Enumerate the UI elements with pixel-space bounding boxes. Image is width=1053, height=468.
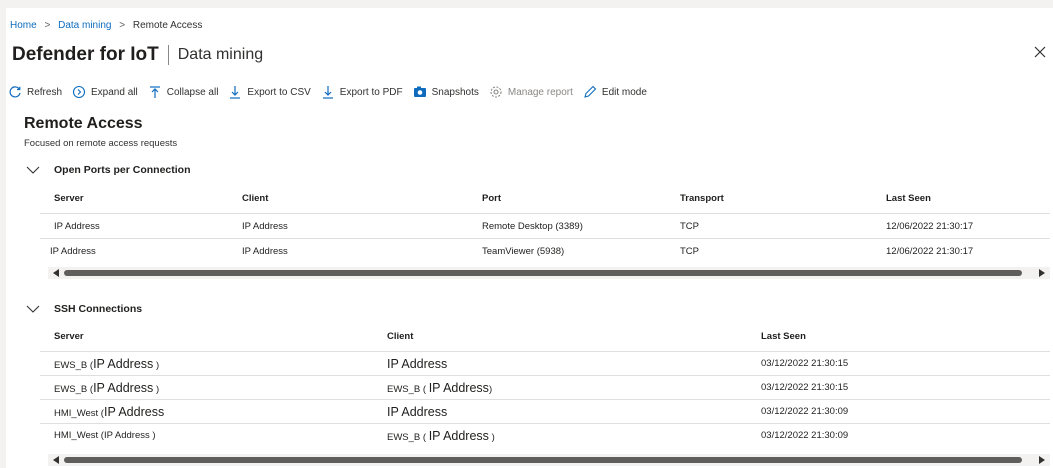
column-header-client[interactable]: Client [373, 321, 747, 352]
cell-last-seen: 03/12/2022 21:30:15 [747, 375, 1050, 400]
table-header-row: Server Client Last Seen [40, 321, 1050, 352]
column-header-port[interactable]: Port [468, 183, 666, 214]
page-subtitle: Data mining [177, 46, 264, 63]
column-header-transport[interactable]: Transport [666, 183, 872, 214]
cell-server: EWS_B (IP Address ) [40, 351, 373, 376]
close-icon[interactable] [1032, 44, 1048, 60]
chevron-down-icon [26, 166, 40, 174]
table-row[interactable]: EWS_B (IP Address ) IP Address 03/12/202… [40, 351, 1050, 376]
scroll-right-icon[interactable] [1039, 269, 1045, 277]
cell-server: IP Address [40, 213, 228, 239]
cell-client: EWS_B ( IP Address) [373, 375, 747, 400]
cell-transport: TCP [666, 238, 872, 264]
cell-client: IP Address [228, 213, 468, 239]
open-ports-table: Server Client Port Transport Last Seen I… [40, 183, 1050, 264]
table-row[interactable]: IP Address IP Address TeamViewer (5938) … [40, 238, 1050, 264]
cell-client: IP Address [373, 351, 747, 376]
group-open-ports-header[interactable]: Open Ports per Connection [26, 164, 191, 176]
export-pdf-label: Export to PDF [339, 86, 403, 98]
column-header-client[interactable]: Client [228, 183, 468, 214]
edit-mode-button[interactable]: Edit mode [583, 85, 647, 99]
column-header-server[interactable]: Server [40, 183, 228, 214]
cell-server: IP Address [40, 238, 228, 264]
breadcrumb: Home > Data mining > Remote Access [10, 20, 202, 31]
cell-last-seen: 03/12/2022 21:30:09 [747, 399, 1050, 424]
horizontal-scrollbar[interactable] [48, 267, 1050, 279]
title-divider [167, 45, 169, 65]
scrollbar-thumb[interactable] [64, 270, 1022, 276]
snapshots-label: Snapshots [431, 86, 479, 98]
cell-port: Remote Desktop (3389) [468, 213, 666, 239]
ssh-table: Server Client Last Seen EWS_B (IP Addres… [40, 321, 1050, 448]
cell-port: TeamViewer (5938) [468, 238, 666, 264]
cell-last-seen: 03/12/2022 21:30:15 [747, 351, 1050, 376]
edit-mode-label: Edit mode [601, 86, 647, 98]
column-header-last-seen[interactable]: Last Seen [872, 183, 1050, 214]
report-description: Focused on remote access requests [24, 138, 178, 149]
collapse-all-label: Collapse all [166, 86, 219, 98]
expand-all-label: Expand all [91, 86, 138, 98]
scroll-left-icon[interactable] [53, 269, 59, 277]
left-edge [0, 8, 6, 468]
breadcrumb-home-link[interactable]: Home [10, 20, 37, 31]
collapse-all-icon [149, 86, 160, 98]
table-row[interactable]: IP Address IP Address Remote Desktop (33… [40, 213, 1050, 239]
gear-icon [490, 86, 502, 98]
cell-client: IP Address [228, 238, 468, 264]
table-row[interactable]: HMI_West (IP Address IP Address 03/12/20… [40, 399, 1050, 424]
cell-server: HMI_West (IP Address [40, 399, 373, 424]
command-bar: Refresh Expand all Collapse all Export t… [8, 84, 657, 100]
breadcrumb-separator: > [44, 20, 51, 31]
refresh-button[interactable]: Refresh [8, 85, 62, 99]
manage-report-button[interactable]: Manage report [489, 85, 573, 99]
breadcrumb-data-mining-link[interactable]: Data mining [58, 20, 111, 31]
top-strip [0, 0, 1053, 8]
breadcrumb-separator: > [119, 20, 126, 31]
table-header-row: Server Client Port Transport Last Seen [40, 183, 1050, 214]
chevron-down-icon [26, 305, 40, 313]
scroll-right-icon[interactable] [1039, 456, 1045, 464]
pencil-icon [584, 85, 597, 98]
cell-client: IP Address [373, 399, 747, 424]
group-ssh-header[interactable]: SSH Connections [26, 303, 142, 315]
report-title: Remote Access [24, 115, 143, 132]
export-csv-button[interactable]: Export to CSV [228, 85, 311, 99]
breadcrumb-current: Remote Access [132, 20, 203, 31]
export-csv-label: Export to CSV [247, 86, 311, 98]
scroll-left-icon[interactable] [53, 456, 59, 464]
table-row[interactable]: HMI_West (IP Address ) EWS_B ( IP Addres… [40, 423, 1050, 448]
snapshots-button[interactable]: Snapshots [413, 85, 479, 99]
manage-report-label: Manage report [507, 86, 573, 98]
cell-last-seen: 12/06/2022 21:30:17 [872, 213, 1050, 239]
cell-server: HMI_West (IP Address ) [40, 423, 373, 448]
column-header-last-seen[interactable]: Last Seen [747, 321, 1050, 352]
refresh-label: Refresh [27, 86, 63, 98]
column-header-server[interactable]: Server [40, 321, 373, 352]
cell-last-seen: 12/06/2022 21:30:17 [872, 238, 1050, 264]
horizontal-scrollbar[interactable] [48, 454, 1050, 466]
table-row[interactable]: EWS_B (IP Address ) EWS_B ( IP Address) … [40, 375, 1050, 400]
group-title: SSH Connections [54, 303, 143, 315]
refresh-icon [9, 86, 21, 98]
group-title: Open Ports per Connection [54, 164, 191, 176]
expand-all-icon [72, 85, 86, 99]
collapse-all-button[interactable]: Collapse all [148, 85, 219, 99]
scrollbar-thumb[interactable] [64, 457, 1022, 463]
download-icon [322, 86, 333, 99]
camera-icon [413, 86, 426, 97]
cell-client: EWS_B ( IP Address ) [373, 423, 747, 448]
cell-last-seen: 03/12/2022 21:30:09 [747, 423, 1050, 448]
cell-transport: TCP [666, 213, 872, 239]
page-title: Defender for IoT [12, 44, 159, 65]
cell-server: EWS_B (IP Address ) [40, 375, 373, 400]
export-pdf-button[interactable]: Export to PDF [321, 85, 403, 99]
page-header: Defender for IoT Data mining [12, 42, 263, 68]
download-icon [230, 86, 241, 99]
expand-all-button[interactable]: Expand all [72, 85, 138, 99]
